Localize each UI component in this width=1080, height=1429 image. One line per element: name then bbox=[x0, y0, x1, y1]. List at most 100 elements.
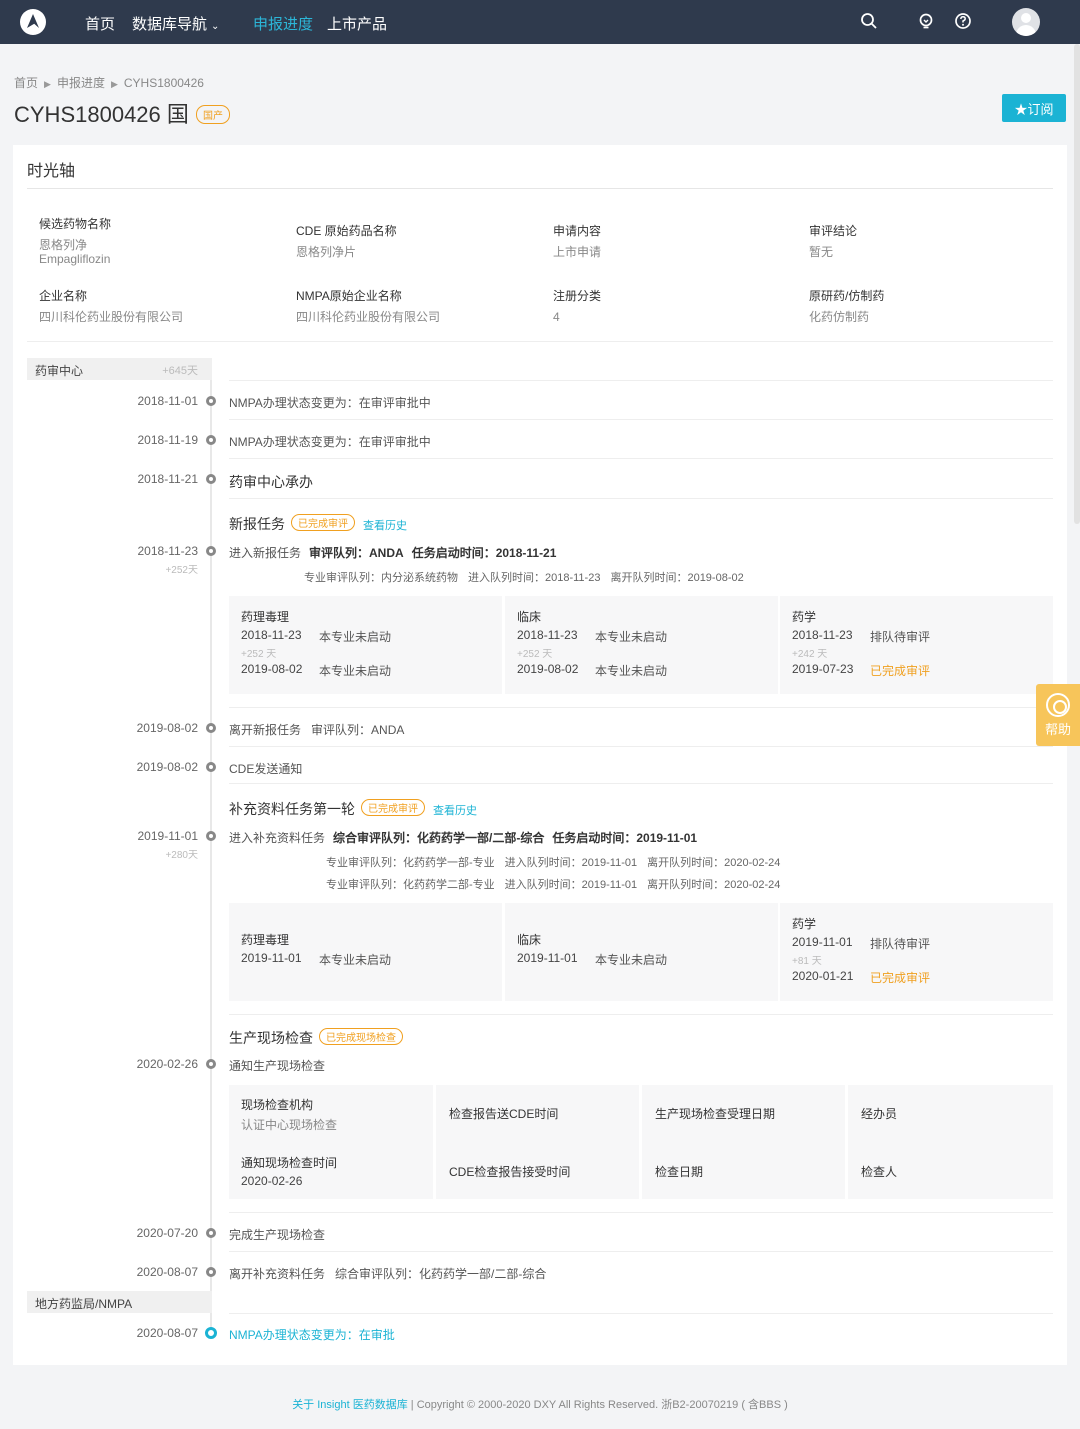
queue-detail: 专业审评队列：化药药学二部-专业 进入队列时间：2019-11-01 离开队列时间：… bbox=[326, 876, 790, 892]
info-key: 注册分类 bbox=[553, 289, 602, 303]
panel-date: 2018-11-23 bbox=[517, 628, 578, 642]
review-panel-pharmacy: 药学 2018-11-23 排队待审评 +242 天 2019-07-23 已完成审… bbox=[780, 596, 1053, 694]
timeline-dot bbox=[206, 546, 216, 556]
panel-row: 2019-07-23 已完成审评 bbox=[792, 662, 930, 678]
divider bbox=[229, 419, 1053, 420]
panel-row: 2019-11-01 本专业未启动 bbox=[517, 951, 667, 967]
inspection-panel-people: 经办员 检查人 bbox=[848, 1085, 1053, 1199]
field-key: 生产现场检查受理日期 bbox=[655, 1107, 776, 1121]
breadcrumb-home[interactable]: 首页 bbox=[14, 76, 38, 90]
panel-row: 2019-08-02 本专业未启动 bbox=[517, 662, 667, 678]
info-key: 申请内容 bbox=[553, 224, 602, 238]
timeline-dot bbox=[206, 474, 216, 484]
event-label: 进入补充资料任务 bbox=[229, 831, 326, 845]
panel-date: 2020-01-21 bbox=[792, 969, 854, 983]
inspection-panel-dates: 生产现场检查受理日期 检查日期 bbox=[642, 1085, 845, 1199]
panel-date: 2019-11-01 bbox=[241, 951, 302, 965]
info-value: 四川科伦药业股份有限公司 bbox=[296, 310, 441, 324]
info-key: 原研药/仿制药 bbox=[809, 289, 885, 303]
nav-home[interactable]: 首页 bbox=[85, 13, 115, 34]
nav-products[interactable]: 上市产品 bbox=[327, 13, 387, 34]
start-time: 任务启动时间：2019-11-01 bbox=[552, 831, 698, 845]
task-title: 生产现场检查 bbox=[229, 1030, 313, 1046]
field-key: 现场检查机构 bbox=[241, 1098, 314, 1112]
info-category: 注册分类 4 bbox=[553, 287, 601, 324]
timeline-dot bbox=[206, 1228, 216, 1238]
info-key: 候选药物名称 bbox=[39, 217, 112, 231]
logo-icon[interactable] bbox=[20, 9, 46, 35]
event-text: NMPA办理状态变更为：在审评审批中 bbox=[229, 396, 431, 410]
queue-leave: 离开队列时间：2019-08-02 bbox=[610, 572, 744, 584]
divider bbox=[229, 498, 1053, 499]
breadcrumb-progress[interactable]: 申报进度 bbox=[57, 76, 105, 90]
nav-database[interactable]: 数据库导航 ⌄ bbox=[132, 13, 219, 34]
panel-date: 2018-11-23 bbox=[792, 628, 853, 642]
queue-leave: 离开队列时间：2020-02-24 bbox=[647, 879, 781, 891]
footer: 关于 Insight 医药数据库 | Copyright © 2000-2020… bbox=[0, 1396, 1080, 1412]
task-supplement: 补充资料任务第一轮 已完成审评 查看历史 bbox=[229, 799, 477, 819]
divider bbox=[229, 458, 1053, 459]
status-badge: 已完成现场检查 bbox=[319, 1028, 403, 1045]
panel-row: 2018-11-23 本专业未启动 bbox=[517, 628, 667, 644]
bulb-icon[interactable] bbox=[917, 12, 937, 32]
event-label: 离开新报任务 bbox=[229, 723, 302, 737]
event-date: 2018-11-21 bbox=[137, 472, 199, 486]
timeline-dot bbox=[206, 831, 216, 841]
info-value: 化药仿制药 bbox=[809, 310, 870, 324]
event-text: 通知生产现场检查 bbox=[229, 1059, 326, 1073]
event-date: 2020-08-07 bbox=[136, 1326, 198, 1340]
panel-days: +252 天 bbox=[517, 649, 553, 660]
footer-copyright: | Copyright © 2000-2020 DXY All Rights R… bbox=[407, 1399, 788, 1411]
page-title: CYHS1800426 国 bbox=[14, 102, 189, 127]
info-value: 4 bbox=[553, 310, 560, 324]
panel-status: 本专业未启动 bbox=[319, 953, 392, 967]
event-days: +252天 bbox=[165, 565, 198, 576]
panel-status: 本专业未启动 bbox=[595, 630, 668, 644]
panel-row: 2020-01-21 已完成审评 bbox=[792, 969, 930, 985]
panel-status: 排队待审评 bbox=[870, 937, 931, 951]
divider bbox=[229, 1212, 1053, 1213]
breadcrumb-current: CYHS1800426 bbox=[123, 76, 204, 90]
help-circle-icon[interactable] bbox=[954, 12, 974, 32]
divider bbox=[27, 188, 1053, 189]
timeline-dot-current bbox=[205, 1327, 217, 1339]
queue-leave: 离开队列时间：2020-02-24 bbox=[647, 857, 781, 869]
footer-about-link[interactable]: 关于 Insight 医药数据库 bbox=[292, 1399, 408, 1411]
breadcrumb-separator-icon: ▶ bbox=[44, 79, 51, 89]
info-cde-name: CDE 原始药品名称 恩格列净片 bbox=[296, 222, 397, 259]
field-key: 经办员 bbox=[861, 1107, 898, 1121]
avatar[interactable] bbox=[1012, 8, 1040, 36]
panel-heading: 药理毒理 bbox=[241, 933, 290, 947]
search-icon[interactable] bbox=[860, 12, 880, 32]
review-panel-pharm-tox: 药理毒理 2018-11-23 本专业未启动 +252 天 2019-08-02 本… bbox=[229, 596, 502, 694]
panel-row: 2018-11-23 本专业未启动 bbox=[241, 628, 391, 644]
event-extra: 综合审评队列：化药药学一部/二部-综合 bbox=[335, 1267, 547, 1281]
field-value: 认证中心现场检查 bbox=[241, 1118, 338, 1132]
panel-days: +242 天 bbox=[792, 649, 828, 660]
divider bbox=[229, 380, 1053, 381]
info-application: 申请内容 上市申请 bbox=[553, 222, 601, 259]
divider bbox=[229, 746, 1053, 747]
event-text: 进入补充资料任务 综合审评队列：化药药学一部/二部-综合 任务启动时间：2019-1… bbox=[229, 829, 697, 846]
event-text: 完成生产现场检查 bbox=[229, 1228, 326, 1242]
help-float-button[interactable]: 帮助 bbox=[1036, 684, 1080, 746]
event-date: 2018-11-19 bbox=[137, 433, 199, 447]
scrollbar[interactable] bbox=[1074, 44, 1080, 524]
breadcrumb: 首页 ▶ 申报进度 ▶ CYHS1800426 bbox=[14, 74, 204, 91]
status-badge: 已完成审评 bbox=[291, 514, 355, 531]
review-panel-pharm-tox: 药理毒理 2019-11-01 本专业未启动 bbox=[229, 903, 502, 1001]
queue-detail: 专业审评队列：内分泌系统药物 进入队列时间：2018-11-23 离开队列时间：20… bbox=[304, 569, 754, 585]
event-date: 2019-08-02 bbox=[136, 721, 198, 735]
history-link[interactable]: 查看历史 bbox=[433, 805, 477, 817]
subscribe-button[interactable]: ★订阅 bbox=[1002, 94, 1066, 122]
info-value: 四川科伦药业股份有限公司 bbox=[39, 310, 184, 324]
event-label: 离开补充资料任务 bbox=[229, 1267, 326, 1281]
review-panel-clinical: 临床 2019-11-01 本专业未启动 bbox=[505, 903, 778, 1001]
divider bbox=[27, 341, 1053, 342]
nav-progress[interactable]: 申报进度 bbox=[253, 13, 313, 34]
panel-date: 2019-07-23 bbox=[792, 662, 854, 676]
panel-status: 本专业未启动 bbox=[319, 630, 392, 644]
timeline-dot bbox=[206, 1267, 216, 1277]
event-text: 离开补充资料任务 综合审评队列：化药药学一部/二部-综合 bbox=[229, 1265, 546, 1282]
history-link[interactable]: 查看历史 bbox=[363, 520, 407, 532]
